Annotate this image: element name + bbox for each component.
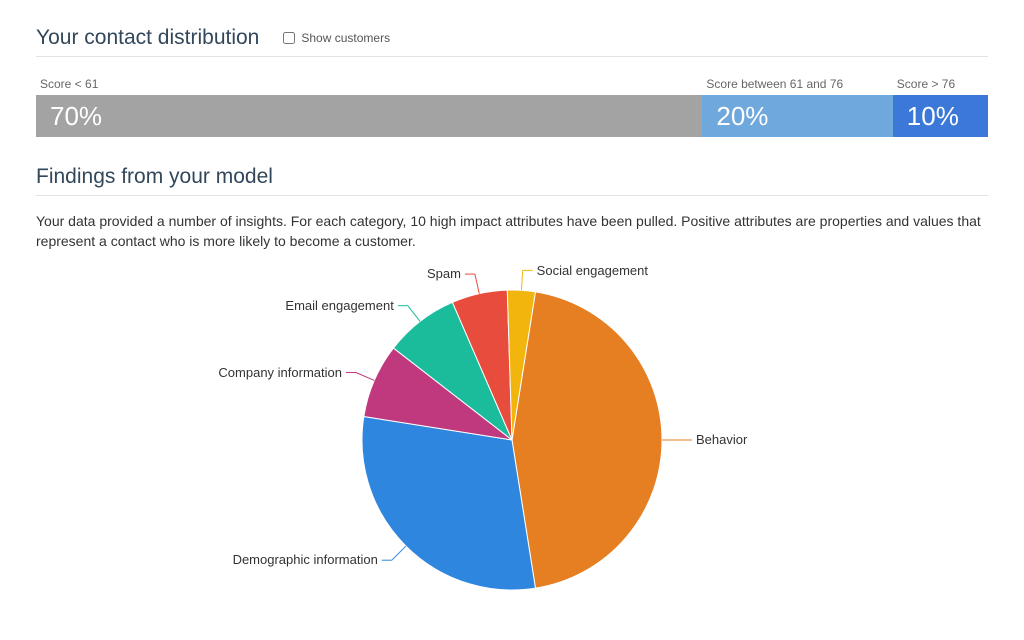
pie-label: Company information <box>218 365 342 380</box>
show-customers-toggle[interactable]: Show customers <box>283 31 390 45</box>
dist-seg-low: 70% <box>36 95 702 137</box>
pie-label: Spam <box>427 266 461 281</box>
pie-label: Social engagement <box>537 263 648 278</box>
findings-description: Your data provided a number of insights.… <box>36 212 988 251</box>
pie-label: Behavior <box>696 432 747 447</box>
pie-slice <box>512 292 662 588</box>
dist-label-mid: Score between 61 and 76 <box>702 77 892 91</box>
pie-label: Demographic information <box>233 552 378 567</box>
show-customers-checkbox[interactable] <box>283 32 295 44</box>
section-title-findings: Findings from your model <box>36 165 988 189</box>
dist-label-high: Score > 76 <box>893 77 988 91</box>
distribution-labels-row: Score < 61 Score between 61 and 76 Score… <box>36 77 988 91</box>
section-title-distribution: Your contact distribution <box>36 26 259 50</box>
pie-chart: Behavior Demographic information Company i… <box>192 265 832 605</box>
dist-label-low: Score < 61 <box>36 77 702 91</box>
dist-seg-high: 10% <box>893 95 988 137</box>
distribution-bar: 70% 20% 10% <box>36 95 988 137</box>
dist-seg-mid: 20% <box>702 95 892 137</box>
pie-slice <box>362 417 535 590</box>
show-customers-label: Show customers <box>301 31 390 45</box>
pie-label: Email engagement <box>285 298 393 313</box>
